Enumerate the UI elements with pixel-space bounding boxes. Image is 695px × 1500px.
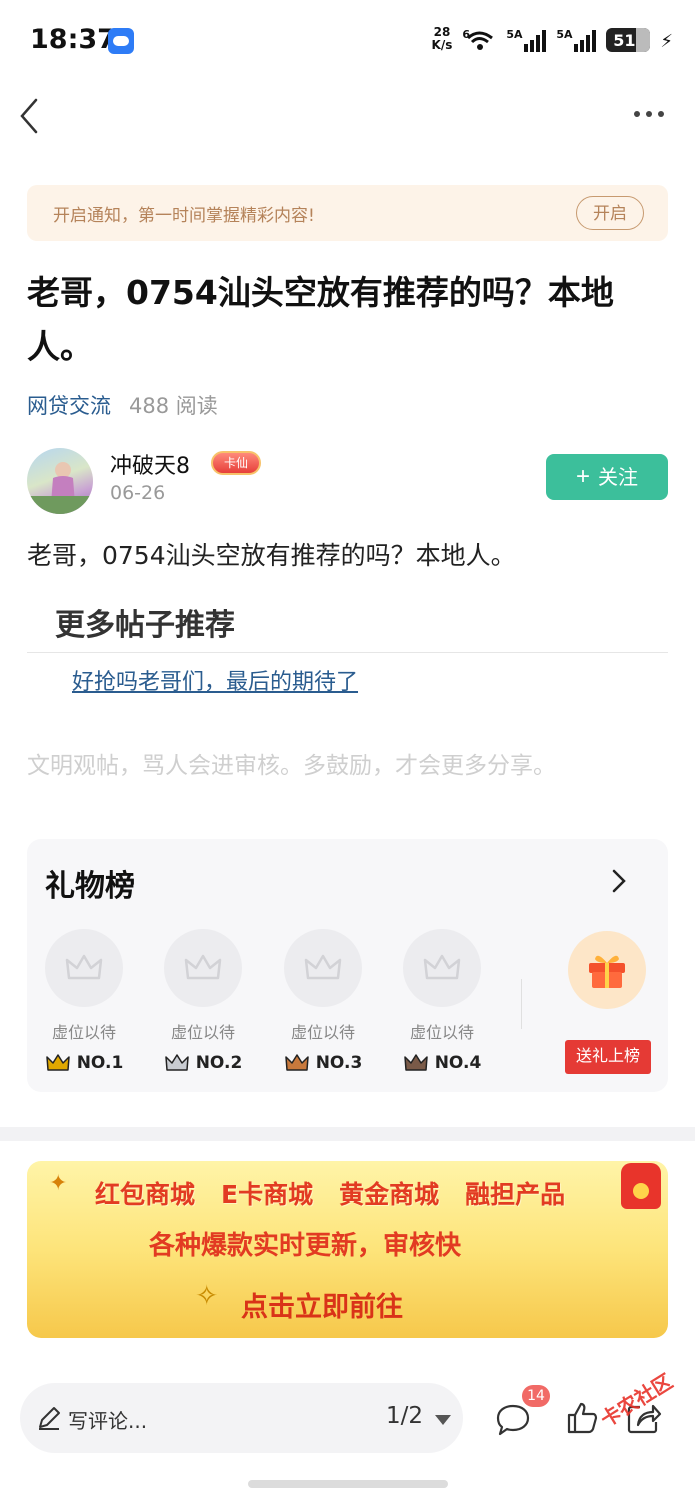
promo-cta: 点击立即前往 (241, 1292, 403, 1323)
rank-label: NO.1 (76, 1053, 124, 1073)
slot-rank: NO.2 (158, 1053, 248, 1073)
author-avatar[interactable] (27, 448, 93, 514)
pen-icon (39, 1407, 60, 1430)
rank-crown-icon (164, 1054, 189, 1071)
signal-sim1-icon: 5A (506, 28, 547, 52)
promo-category: 融担产品 (465, 1180, 566, 1209)
home-indicator[interactable] (248, 1480, 448, 1488)
more-posts-title: 更多帖子推荐 (55, 608, 235, 643)
gift-slot-2[interactable]: 虚位以待 NO.2 (158, 929, 248, 1073)
red-envelope-mascot-icon (621, 1163, 661, 1209)
comment-input[interactable]: 写评论... 1/2 (20, 1383, 463, 1453)
comment-count-badge: 14 (522, 1385, 550, 1407)
author-name[interactable]: 冲破天8 (110, 448, 190, 480)
author-row: 冲破天8 卡仙 06-26 + 关注 (27, 446, 668, 516)
post-read-count: 488 阅读 (129, 394, 218, 418)
enable-notification-button[interactable]: 开启 (576, 196, 644, 230)
bottom-bar: 写评论... 1/2 14 (0, 1357, 695, 1500)
status-bar: 18:37 28 K/s 6 5A 5A 51 ⚡ (0, 0, 695, 80)
sparkle-icon: ✧ (195, 1279, 219, 1312)
divider (27, 652, 668, 653)
gift-slot-1[interactable]: 虚位以待 NO.1 (39, 929, 129, 1073)
civility-note: 文明观帖，骂人会进审核。多鼓励，才会更多分享。 (27, 753, 556, 779)
notification-text: 开启通知，第一时间掌握精彩内容! (53, 206, 315, 226)
comment-placeholder: 写评论... (68, 1409, 148, 1433)
slot-rank: NO.3 (278, 1053, 368, 1073)
status-time: 18:37 (30, 24, 116, 55)
sim2-label: 5A (556, 28, 573, 41)
more-options-icon[interactable] (631, 102, 671, 126)
wifi-icon: 6 (462, 28, 496, 52)
rank-label: NO.4 (434, 1053, 482, 1073)
author-level-badge: 卡仙 (211, 451, 261, 475)
slot-label: 虚位以待 (409, 1023, 474, 1042)
empty-slot-crown-icon (403, 929, 481, 1007)
plus-icon: + (575, 463, 590, 490)
slot-label: 虚位以待 (170, 1023, 235, 1042)
slot-rank: NO.4 (397, 1053, 487, 1073)
battery-level: 51 (613, 30, 636, 50)
promo-subtitle: 各种爆款实时更新，审核快 (149, 1231, 462, 1261)
network-speed-unit: K/s (431, 38, 453, 52)
promo-category: 红包商城 (95, 1180, 196, 1209)
rank-label: NO.2 (195, 1053, 243, 1073)
rank-crown-icon (284, 1054, 309, 1071)
post-category-link[interactable]: 网贷交流 (27, 390, 111, 420)
caret-down-icon[interactable] (435, 1415, 451, 1425)
post-meta: 网贷交流 488 阅读 (27, 390, 218, 420)
network-speed: 28 K/s (432, 26, 453, 52)
section-separator (0, 1127, 695, 1141)
rank-label: NO.3 (315, 1053, 363, 1073)
recommended-post-link[interactable]: 好抢吗老哥们，最后的期待了 (72, 664, 358, 696)
empty-slot-crown-icon (45, 929, 123, 1007)
rank-crown-icon (403, 1054, 428, 1071)
promo-category: 黄金商城 (339, 1180, 440, 1209)
sim1-label: 5A (506, 28, 523, 41)
gift-slot-4[interactable]: 虚位以待 NO.4 (397, 929, 487, 1073)
nav-bar (0, 80, 695, 150)
gift-box-icon[interactable] (568, 931, 646, 1009)
post-date: 06-26 (110, 482, 166, 504)
gift-board: 礼物榜 虚位以待 NO.1 虚位以待 NO.2 虚位以待 NO.3 虚位以待 N… (27, 839, 668, 1092)
notification-banner: 开启通知，第一时间掌握精彩内容! 开启 (27, 185, 668, 241)
thumbs-up-icon[interactable] (565, 1401, 599, 1435)
page-indicator[interactable]: 1/2 (386, 1403, 423, 1429)
promo-category: E卡商城 (221, 1180, 314, 1209)
charging-icon: ⚡ (660, 31, 673, 52)
slot-rank: NO.1 (39, 1053, 129, 1073)
sparkle-icon: ✦ (49, 1171, 68, 1196)
comment-icon[interactable] (494, 1401, 532, 1439)
weather-icon (108, 28, 134, 54)
rank-crown-icon (45, 1054, 70, 1071)
follow-button[interactable]: + 关注 (546, 454, 668, 500)
signal-sim2-icon: 5A (556, 28, 597, 52)
slot-label: 虚位以待 (290, 1023, 355, 1042)
promo-banner[interactable]: ✦ 红包商城 E卡商城 黄金商城 融担产品 各种爆款实时更新，审核快 ✧ 点击立… (27, 1161, 668, 1338)
post-title: 老哥，0754汕头空放有推荐的吗？本地人。 (27, 273, 614, 366)
follow-label: 关注 (598, 467, 638, 489)
battery-icon: 51 (606, 28, 651, 52)
slot-label: 虚位以待 (51, 1023, 116, 1042)
chevron-right-icon[interactable] (610, 867, 628, 895)
status-indicators: 28 K/s 6 5A 5A 51 ⚡ (432, 26, 673, 52)
send-gift-button[interactable]: 送礼上榜 (565, 1040, 651, 1074)
gift-slot-3[interactable]: 虚位以待 NO.3 (278, 929, 368, 1073)
empty-slot-crown-icon (284, 929, 362, 1007)
post-body: 老哥，0754汕头空放有推荐的吗？本地人。 (27, 541, 516, 570)
empty-slot-crown-icon (164, 929, 242, 1007)
back-icon[interactable] (16, 96, 46, 136)
gift-board-title: 礼物榜 (45, 869, 135, 904)
wifi-label: 6 (462, 28, 471, 41)
promo-categories: 红包商城 E卡商城 黄金商城 融担产品 (95, 1175, 565, 1211)
divider (521, 979, 522, 1029)
